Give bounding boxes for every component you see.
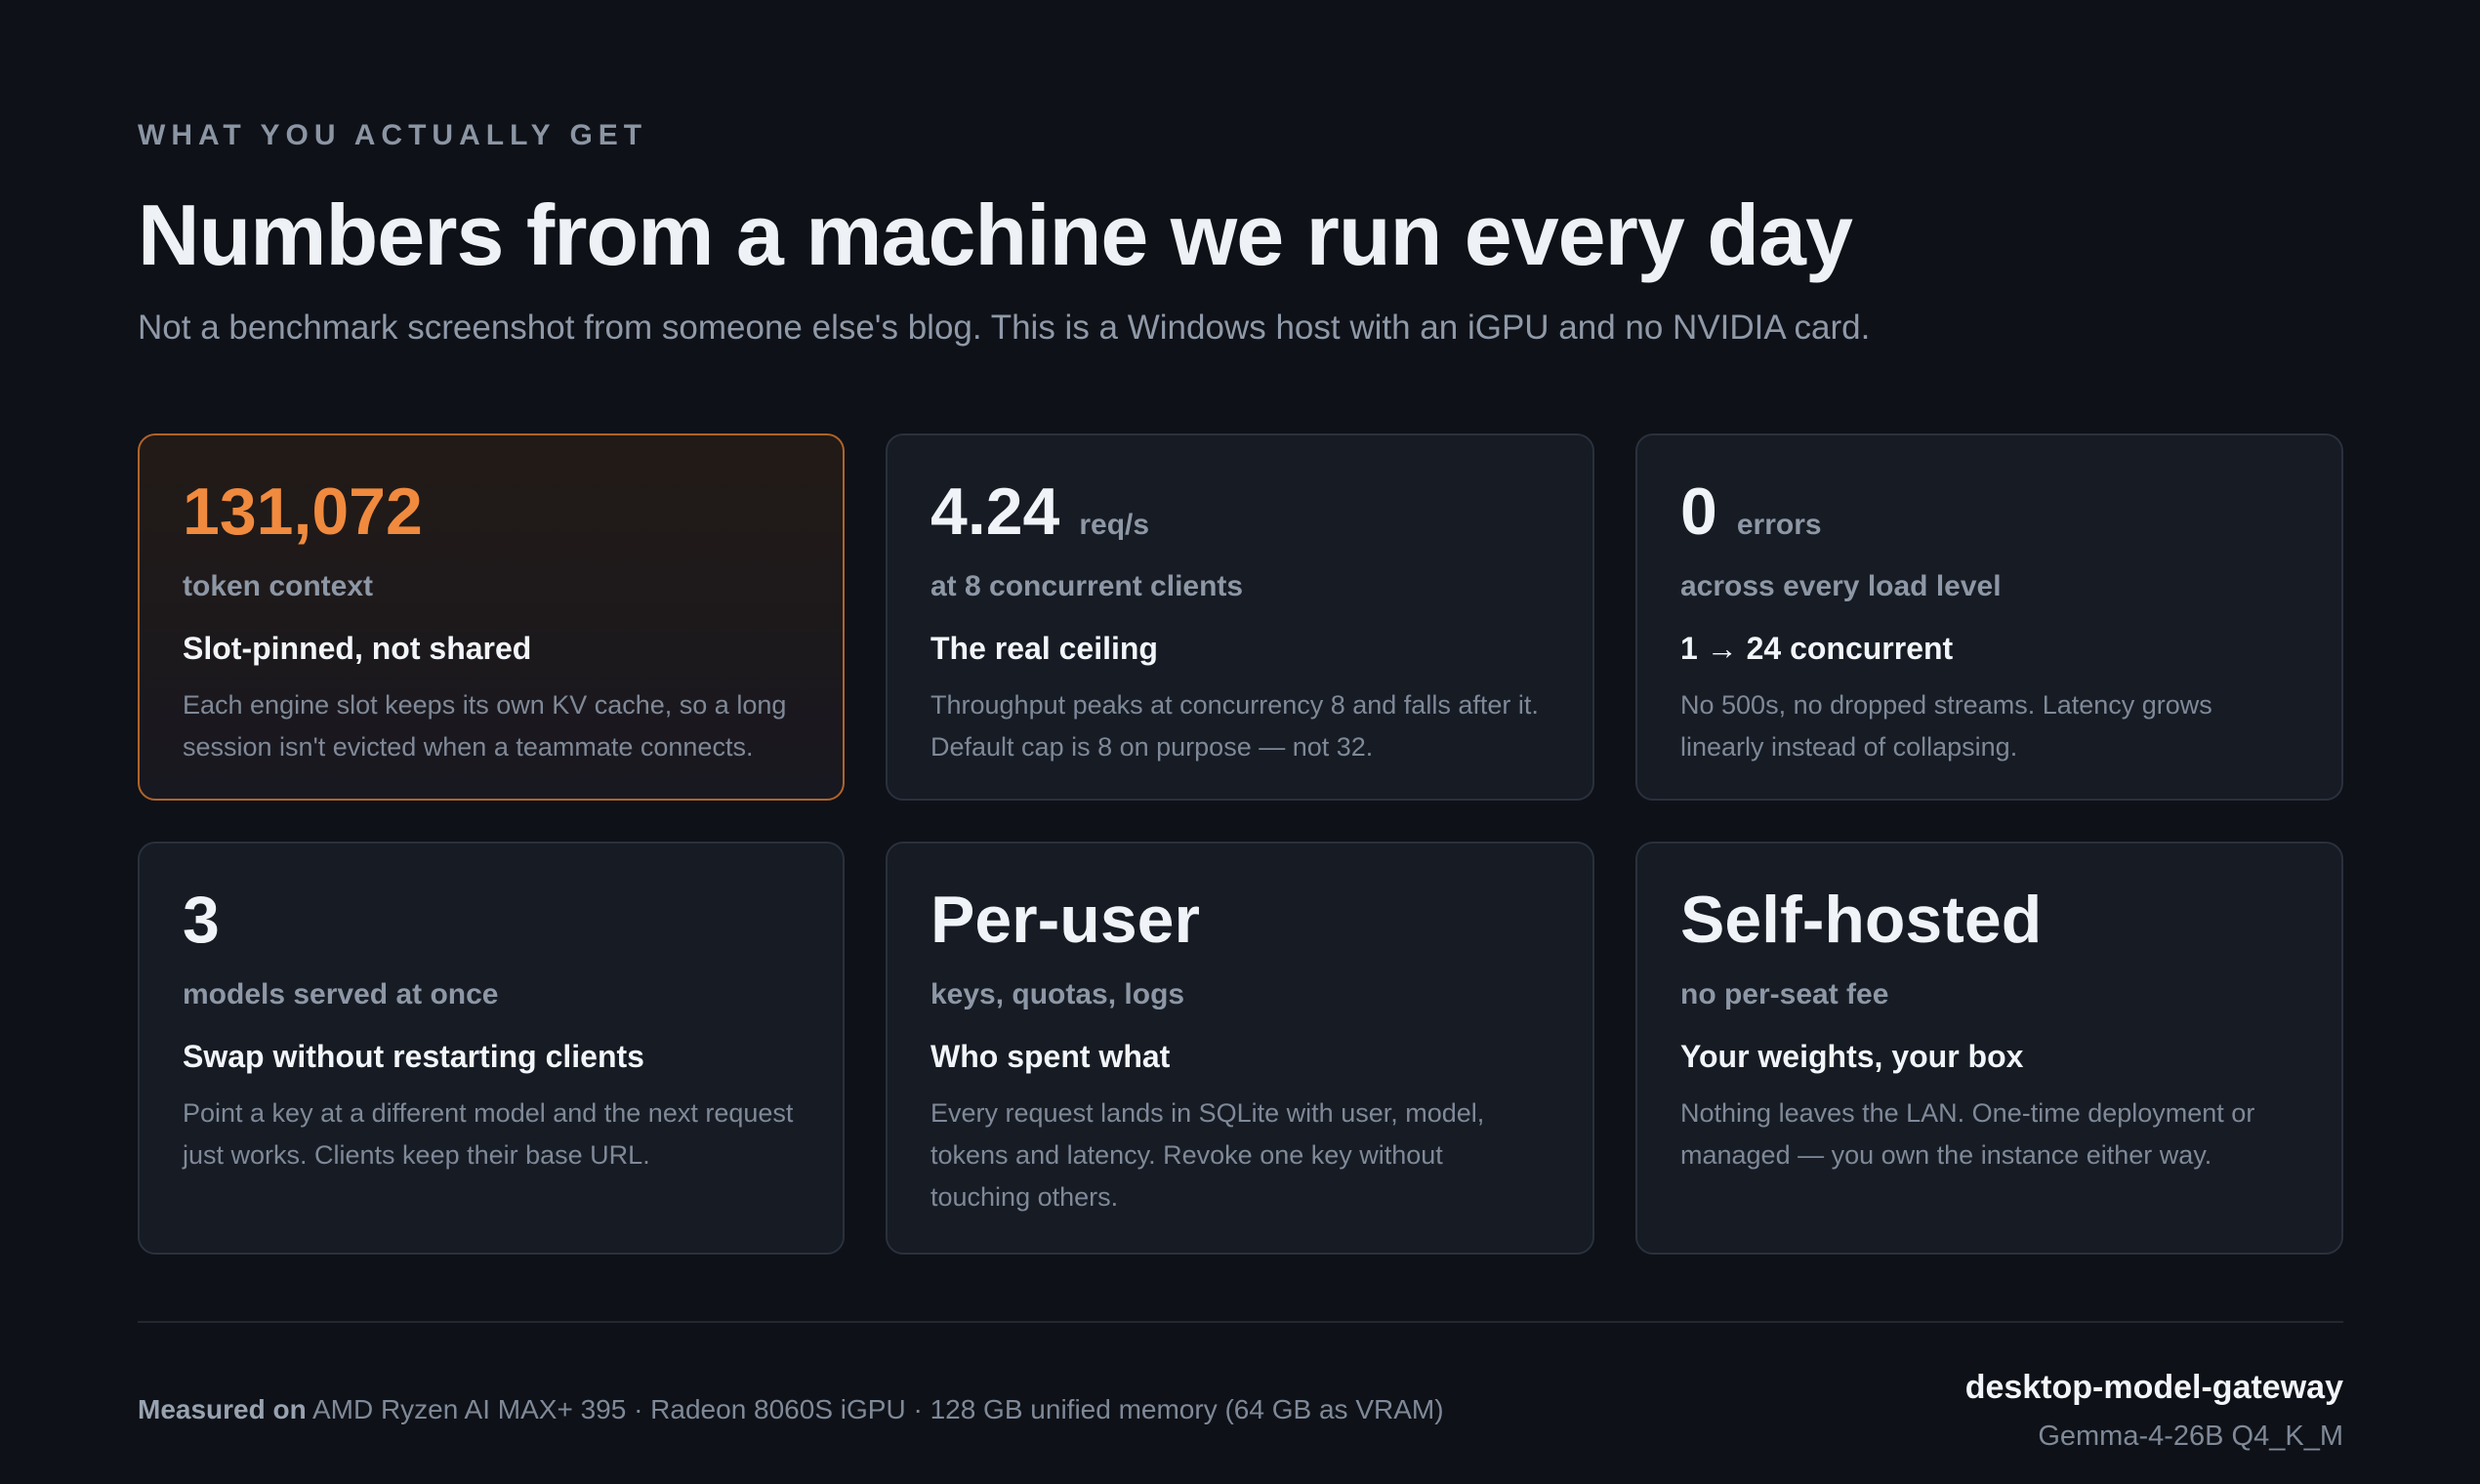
stat-value: 0	[1680, 474, 1717, 549]
stat-card-models: 3 models served at once Swap without res…	[138, 842, 845, 1255]
stat-line: 4.24 req/s	[930, 478, 1550, 556]
stat-caption: across every load level	[1680, 570, 2002, 602]
stat-caption: token context	[183, 570, 374, 602]
card-body: Every request lands in SQLite with user,…	[930, 1098, 1485, 1212]
stats-grid: 131,072 token context Slot-pinned, not s…	[138, 433, 2343, 1255]
stat-caption: models served at once	[183, 978, 499, 1010]
stat-card-per-user: Per-user keys, quotas, logs Who spent wh…	[886, 842, 1594, 1255]
hardware-note: Measured on AMD Ryzen AI MAX+ 395 · Rade…	[138, 1394, 1444, 1425]
product-block: desktop-model-gateway Gemma-4-26B Q4_K_M	[1965, 1369, 2343, 1453]
card-body: Throughput peaks at concurrency 8 and fa…	[930, 690, 1539, 762]
stat-card-self-hosted: Self-hosted no per-seat fee Your weights…	[1635, 842, 2343, 1255]
card-body: Each engine slot keeps its own KV cache,…	[183, 690, 787, 762]
footer-divider	[138, 1321, 2343, 1323]
stat-unit: errors	[1736, 509, 1822, 541]
stat-line: Per-user	[930, 886, 1550, 965]
section-eyebrow: WHAT YOU ACTUALLY GET	[138, 119, 648, 151]
stat-unit: req/s	[1079, 509, 1150, 541]
stat-line: Self-hosted	[1680, 886, 2298, 965]
card-body: Nothing leaves the LAN. One-time deploym…	[1680, 1098, 2255, 1170]
stat-caption: no per-seat fee	[1680, 978, 1889, 1010]
page-title: Numbers from a machine we run every day	[138, 186, 1853, 283]
page: WHAT YOU ACTUALLY GET Numbers from a mac…	[0, 0, 2480, 1484]
page-subtitle: Not a benchmark screenshot from someone …	[138, 309, 1871, 347]
stat-line: 3	[183, 886, 800, 965]
stat-line: 0 errors	[1680, 478, 2298, 556]
card-heading: Your weights, your box	[1680, 1039, 2024, 1074]
card-heading: Slot-pinned, not shared	[183, 631, 532, 666]
stat-caption: at 8 concurrent clients	[930, 570, 1244, 602]
stat-card-errors: 0 errors across every load level 1 → 24 …	[1635, 433, 2343, 801]
card-heading: The real ceiling	[930, 631, 1158, 666]
stat-caption: keys, quotas, logs	[930, 978, 1185, 1010]
card-heading: Swap without restarting clients	[183, 1039, 644, 1074]
stat-card-context: 131,072 token context Slot-pinned, not s…	[138, 433, 845, 801]
stat-value: 3	[183, 883, 220, 957]
card-body: Point a key at a different model and the…	[183, 1098, 794, 1170]
measured-label: Measured on	[138, 1394, 307, 1424]
stat-value: 4.24	[930, 474, 1060, 549]
stat-line: 131,072	[183, 478, 800, 556]
stat-value: Self-hosted	[1680, 883, 2043, 957]
card-heading: 1 → 24 concurrent	[1680, 631, 1954, 666]
measured-value: AMD Ryzen AI MAX+ 395 · Radeon 8060S iGP…	[311, 1394, 1444, 1424]
card-heading: Who spent what	[930, 1039, 1171, 1074]
stat-card-throughput: 4.24 req/s at 8 concurrent clients The r…	[886, 433, 1594, 801]
stat-value: 131,072	[183, 474, 423, 549]
product-name: desktop-model-gateway	[1964, 1369, 2343, 1406]
model-name: Gemma-4-26B Q4_K_M	[2038, 1421, 2343, 1452]
card-body: No 500s, no dropped streams. Latency gro…	[1680, 690, 2212, 762]
stat-value: Per-user	[930, 883, 1200, 957]
